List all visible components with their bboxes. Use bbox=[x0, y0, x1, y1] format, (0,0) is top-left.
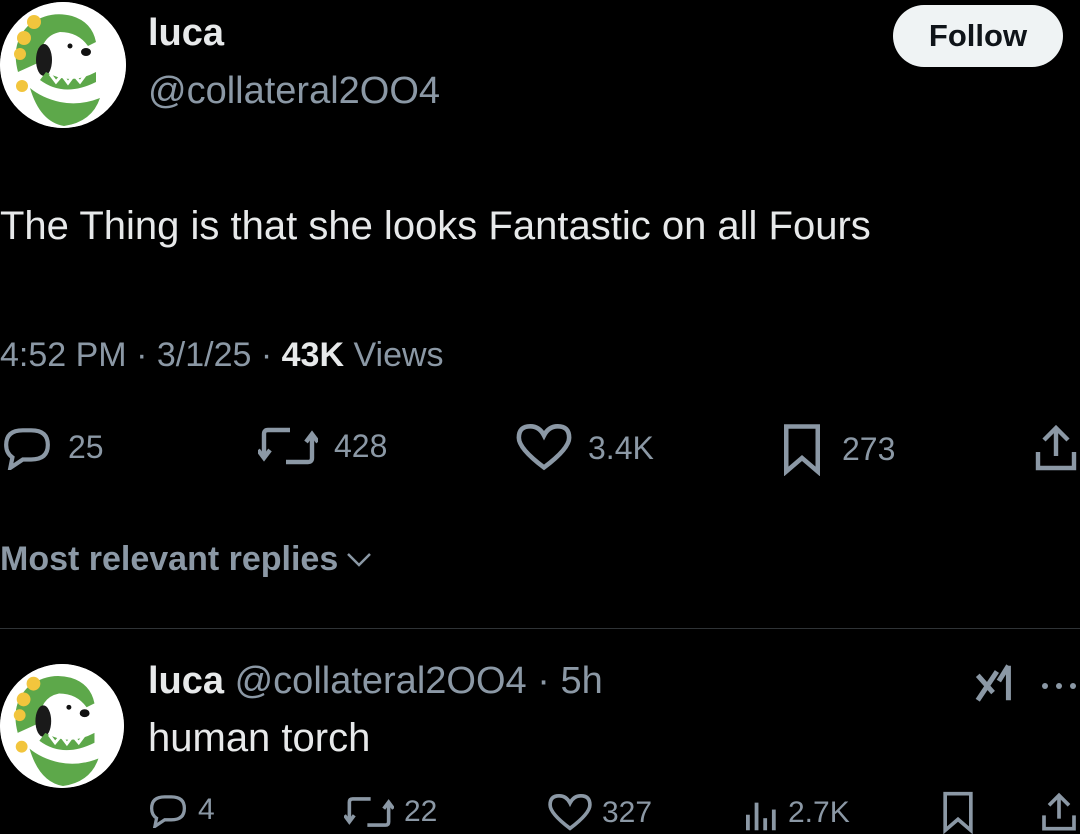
bookmark-action[interactable]: 273 bbox=[778, 422, 895, 476]
like-count: 3.4K bbox=[588, 429, 654, 466]
meta-separator: · bbox=[136, 336, 148, 374]
more-icon[interactable] bbox=[1040, 678, 1078, 696]
like-action[interactable]: 3.4K bbox=[516, 424, 654, 472]
reply-bookmark-action[interactable] bbox=[938, 790, 978, 834]
reply-like-count: 327 bbox=[602, 796, 653, 829]
reply-views-count: 2.7K bbox=[788, 796, 850, 829]
share-action[interactable] bbox=[1034, 424, 1078, 472]
bookmark-icon bbox=[943, 791, 973, 834]
views-icon bbox=[746, 802, 776, 831]
reply-like-action[interactable]: 327 bbox=[548, 794, 652, 832]
reply-share-action[interactable] bbox=[1040, 792, 1078, 832]
author-name[interactable]: luca bbox=[148, 12, 224, 55]
chevron-down-icon bbox=[347, 552, 372, 567]
replies-sort-label: Most relevant replies bbox=[0, 540, 339, 578]
author-avatar[interactable] bbox=[0, 2, 126, 128]
reply-text: human torch bbox=[148, 716, 371, 760]
reply-action[interactable]: 25 bbox=[2, 424, 104, 470]
reply-icon bbox=[149, 795, 187, 828]
repost-action[interactable]: 428 bbox=[258, 424, 387, 468]
share-icon bbox=[1035, 424, 1077, 471]
grok-icon[interactable] bbox=[972, 660, 1018, 711]
replies-sort-dropdown[interactable]: Most relevant replies bbox=[0, 540, 374, 579]
reply-age[interactable]: 5h bbox=[560, 660, 602, 702]
views-label: Views bbox=[353, 336, 444, 374]
views-count: 43K bbox=[281, 336, 344, 374]
follow-button[interactable]: Follow bbox=[893, 5, 1063, 67]
reply-repost-count: 22 bbox=[404, 795, 438, 828]
reply-header: luca @collateral2OO4 · 5h bbox=[148, 660, 603, 703]
repost-icon bbox=[258, 427, 318, 465]
repost-count: 428 bbox=[334, 427, 388, 464]
reply-reply-action[interactable]: 4 bbox=[148, 792, 215, 828]
bookmark-icon bbox=[784, 424, 820, 476]
reply-repost-action[interactable]: 22 bbox=[344, 794, 437, 830]
tweet-text: The Thing is that she looks Fantastic on… bbox=[0, 204, 871, 248]
heart-icon bbox=[548, 794, 592, 831]
reply-count: 25 bbox=[68, 428, 104, 465]
meta-separator: · bbox=[260, 336, 273, 374]
author-handle[interactable]: @collateral2OO4 bbox=[148, 70, 440, 113]
reply-reply-count: 4 bbox=[198, 793, 215, 826]
share-icon bbox=[1042, 792, 1076, 831]
repost-icon bbox=[344, 797, 394, 827]
reply-author-avatar[interactable] bbox=[0, 664, 124, 788]
heart-icon bbox=[516, 424, 572, 471]
reply-separator: · bbox=[537, 660, 550, 702]
tweet-date[interactable]: 3/1/25 bbox=[157, 336, 252, 374]
reply-views-action[interactable]: 2.7K bbox=[742, 794, 850, 832]
reply-author-handle[interactable]: @collateral2OO4 bbox=[235, 660, 527, 702]
divider bbox=[0, 628, 1080, 629]
bookmark-count: 273 bbox=[842, 430, 896, 467]
reply-author-name[interactable]: luca bbox=[148, 660, 224, 702]
tweet-meta: 4:52 PM · 3/1/25 · 43K Views bbox=[0, 336, 444, 375]
reply-icon bbox=[4, 428, 50, 470]
tweet-time[interactable]: 4:52 PM bbox=[0, 336, 127, 374]
